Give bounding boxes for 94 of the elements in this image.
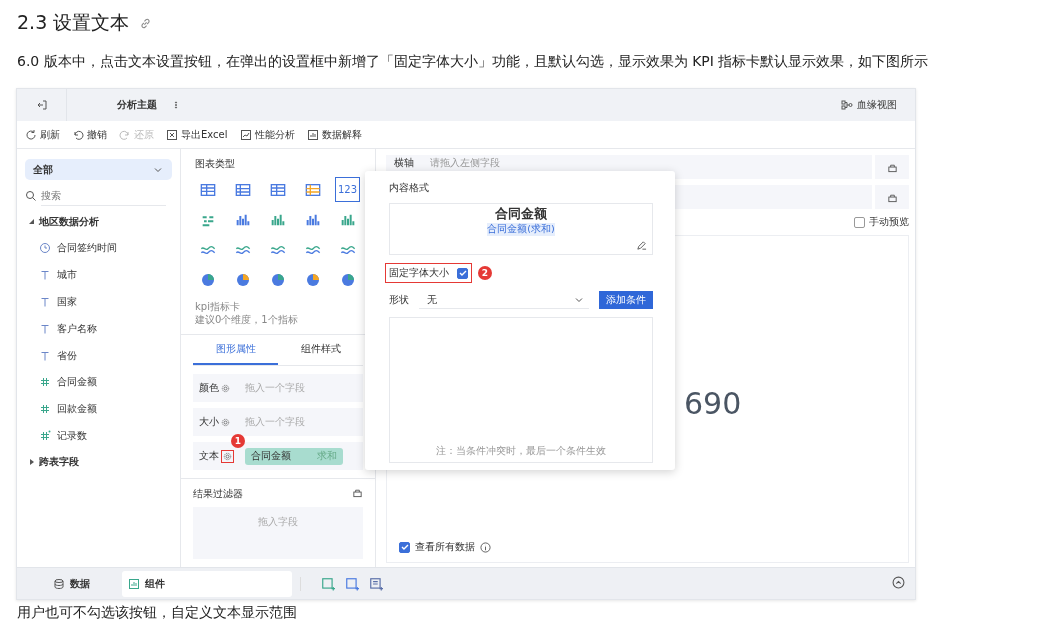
field-item[interactable]: 国家 (57, 295, 77, 309)
chart-window-icon (306, 128, 319, 141)
checkbox-label: 固定字体大小 (389, 266, 449, 280)
lineage-view-button[interactable]: 血缘视图 (835, 97, 903, 113)
expand-arrow-icon[interactable] (29, 459, 35, 466)
pie-chart-icon (199, 271, 216, 288)
axis-label: 横轴 (394, 156, 414, 170)
pie-chart-icon (304, 271, 321, 288)
add-report-icon[interactable] (369, 576, 383, 591)
checkbox[interactable] (854, 216, 865, 228)
info-icon[interactable] (480, 541, 491, 553)
content-title: 合同金额 (495, 206, 547, 223)
text-type-icon (39, 296, 51, 308)
property-label: 文本 (199, 449, 219, 463)
shape-label: 形状 (389, 293, 409, 307)
field-item[interactable]: 城市 (57, 268, 77, 283)
tree-folder[interactable]: 地区数据分析 (29, 212, 172, 232)
hash-icon (39, 429, 51, 442)
table-icon (304, 181, 321, 198)
intro-paragraph: 6.0 版本中，点击文本设置按钮，在弹出的设置框中新增了「固定字体大小」功能，且默认勾选，显示效果为 KPI 指标卡默认显示效果，如下图所示 (17, 53, 930, 71)
add-chart-icon[interactable] (321, 576, 335, 591)
field-item[interactable]: 合同签约时间 (57, 241, 117, 256)
field-item[interactable]: 记录数 (57, 428, 87, 443)
toolbar-button[interactable]: 撤销 (72, 127, 107, 142)
field-item[interactable]: 回款金额 (57, 402, 97, 417)
chart-window-icon (128, 577, 140, 590)
shape-select[interactable]: 无 (419, 291, 589, 309)
lineage-icon (841, 99, 853, 111)
content-field-tag: 合同金额(求和) (487, 223, 555, 236)
checkbox-label: 查看所有数据 (415, 540, 475, 554)
checkbox[interactable] (457, 267, 468, 279)
checkbox[interactable] (399, 541, 410, 553)
hash-icon (39, 376, 51, 389)
text-type-icon (39, 349, 51, 362)
lock-icon[interactable] (352, 487, 363, 498)
link-icon[interactable] (139, 16, 153, 30)
exit-icon[interactable] (35, 99, 48, 111)
footer-paragraph: 用户也可不勾选该按钮，自定义文本显示范围 (17, 604, 298, 620)
collapse-icon[interactable] (892, 576, 905, 589)
undo-icon (72, 128, 84, 141)
popup-title: 内容格式 (389, 181, 430, 195)
chart-name: kpi指标卡 (195, 300, 241, 313)
step-badge: 2 (478, 266, 492, 280)
scope-dropdown[interactable]: 全部 (25, 159, 172, 180)
search-icon (25, 190, 37, 202)
axis-placeholder: 请拖入左侧字段 (430, 156, 500, 170)
text-type-icon (39, 322, 51, 335)
refresh-icon (25, 128, 37, 141)
bottom-tab[interactable]: 数据 (17, 570, 122, 597)
clock-icon (39, 242, 51, 255)
field-chip[interactable]: 合同金额 求和 (245, 447, 343, 465)
toolbar-button[interactable]: 数据解释 (306, 127, 362, 142)
spreadsheet-icon (166, 128, 178, 141)
hash-icon (39, 403, 51, 416)
panel-tab[interactable]: 组件样式 (278, 335, 363, 365)
table-icon (199, 181, 216, 198)
kpi-value: 690 (684, 386, 742, 421)
text-type-icon (39, 269, 51, 282)
tree-folder[interactable]: 跨表字段 (29, 452, 172, 473)
field-item[interactable]: 合同金额 (57, 375, 97, 390)
chart-type-button[interactable]: 123 (335, 177, 360, 202)
gear-icon[interactable] (221, 417, 230, 427)
expand-arrow-icon[interactable] (29, 219, 35, 225)
panel-tab[interactable]: 图形属性 (193, 335, 278, 365)
chart-hint: 建议0个维度，1个指标 (195, 313, 299, 326)
chip-aggregation: 求和 (317, 449, 337, 463)
content-format-box[interactable]: 合同金额 合同金额(求和) (389, 203, 653, 255)
filter-title: 结果过滤器 (193, 487, 243, 501)
pie-chart-icon (234, 271, 251, 288)
toolbar-button[interactable]: 导出Excel (166, 127, 228, 142)
gear-icon[interactable] (221, 383, 230, 393)
table-icon (269, 181, 286, 198)
property-label: 大小 (199, 415, 219, 429)
add-condition-button[interactable]: 添加条件 (598, 291, 653, 309)
pie-chart-icon (269, 271, 286, 288)
panel-title: 图表类型 (195, 158, 235, 169)
edit-icon[interactable] (636, 240, 647, 251)
subject-title: 分析主题 (116, 98, 158, 112)
chip-field: 合同金额 (251, 449, 291, 463)
section-heading: 2.3 设置文本 (17, 10, 130, 35)
chart-window-icon (239, 128, 252, 141)
toolbar-button[interactable]: 性能分析 (239, 127, 295, 142)
property-label: 颜色 (199, 381, 219, 395)
field-item[interactable]: 省份 (57, 348, 77, 363)
redo-icon (119, 128, 131, 141)
toolbar-button[interactable]: 刷新 (25, 127, 60, 142)
add-table-icon[interactable] (345, 576, 359, 591)
bottom-tab[interactable]: 组件 (122, 570, 292, 597)
checkbox-label: 手动预览 (869, 215, 909, 229)
field-item[interactable]: 客户名称 (57, 321, 97, 336)
pie-chart-icon (339, 271, 356, 288)
table-icon (234, 181, 251, 198)
database-icon (53, 577, 65, 590)
step-badge: 1 (231, 434, 245, 448)
